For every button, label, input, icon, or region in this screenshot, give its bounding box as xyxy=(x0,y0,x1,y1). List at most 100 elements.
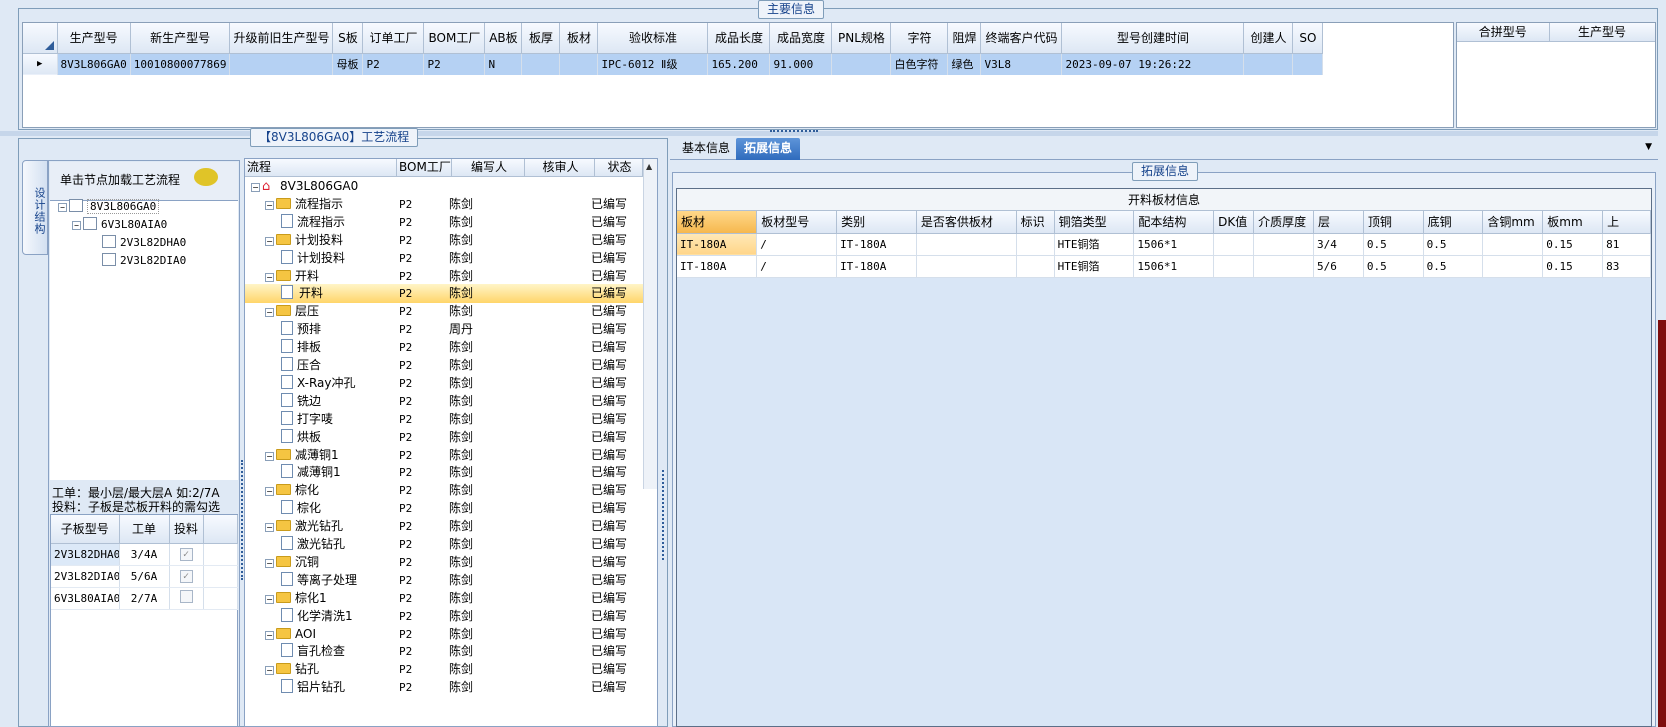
cell[interactable]: 0.5 xyxy=(1423,233,1484,256)
col-new-production-model[interactable]: 新生产型号 xyxy=(130,23,231,54)
cell[interactable]: 绿色 xyxy=(947,53,982,75)
node-tree[interactable]: −8V3L806GA0 −6V3L80AIA0 2V3L82DHA0 2V3L8… xyxy=(50,198,238,480)
cell[interactable] xyxy=(1213,233,1255,256)
collapse-icon[interactable]: − xyxy=(265,487,274,497)
cell[interactable]: 91.000 xyxy=(769,53,833,75)
col-customer-code[interactable]: 终端客户代码 xyxy=(980,23,1063,54)
cell[interactable]: 2V3L82DHA0 xyxy=(51,543,120,566)
col-board-material[interactable]: 板材 xyxy=(559,23,599,54)
flow-row[interactable]: 等离子处理 P2 陈剑 已编写 xyxy=(245,571,645,590)
flow-row[interactable]: 棕化 P2 陈剑 已编写 xyxy=(245,499,645,518)
table-row[interactable]: IT-180A / IT-180A HTE铜箔 1506*1 3/4 0.5 0.5 0.15 8… xyxy=(677,233,1651,256)
cell[interactable]: 1506*1 xyxy=(1133,255,1215,278)
col-bom-factory[interactable]: BOM工厂 xyxy=(397,159,452,177)
cell[interactable] xyxy=(1482,255,1544,278)
col-up[interactable]: 上 xyxy=(1602,211,1651,234)
collapse-icon[interactable]: − xyxy=(265,666,274,676)
cell[interactable]: N xyxy=(484,53,523,75)
flow-row[interactable]: 打字唛 P2 陈剑 已编写 xyxy=(245,410,645,429)
feed-checkbox[interactable] xyxy=(179,590,193,603)
collapse-icon[interactable]: − xyxy=(265,200,274,210)
col-writer[interactable]: 编写人 xyxy=(452,159,525,177)
cell[interactable]: P2 xyxy=(423,53,486,75)
flow-row[interactable]: − 沉铜 P2 陈剑 已编写 xyxy=(245,553,645,572)
col-with-copper[interactable]: 含铜mm xyxy=(1482,211,1544,234)
flow-row[interactable]: 激光钻孔 P2 陈剑 已编写 xyxy=(245,535,645,554)
cell[interactable]: 5/6A xyxy=(119,565,170,588)
vertical-tab-design-structure[interactable]: 设计结构 xyxy=(22,160,48,255)
dropdown-arrow-icon[interactable]: ▼ xyxy=(1645,142,1652,152)
cell[interactable]: 1506*1 xyxy=(1133,233,1215,256)
col-order-factory[interactable]: 订单工厂 xyxy=(362,23,425,54)
cell[interactable] xyxy=(229,53,334,75)
cell[interactable] xyxy=(916,255,1017,278)
cell[interactable]: 2023-09-07 19:26:22 xyxy=(1061,53,1245,75)
tree-node-root[interactable]: − 8V3L806GA0 xyxy=(58,198,160,216)
cell[interactable] xyxy=(521,53,561,75)
cell[interactable] xyxy=(1016,233,1055,256)
cell[interactable]: 0.15 xyxy=(1542,255,1604,278)
cell[interactable]: 8V3L806GA0 xyxy=(57,53,131,75)
comment-bubble-icon[interactable] xyxy=(194,168,218,186)
collapse-icon[interactable]: − xyxy=(265,451,274,461)
flow-row[interactable]: 盲孔检查 P2 陈剑 已编写 xyxy=(245,642,645,661)
cell[interactable] xyxy=(1253,233,1315,256)
cell[interactable]: P2 xyxy=(362,53,425,75)
flow-row[interactable]: 排板 P2 陈剑 已编写 xyxy=(245,338,645,357)
cell[interactable]: HTE铜箔 xyxy=(1054,255,1135,278)
splitter-grip-icon[interactable] xyxy=(662,470,665,560)
col-reviewer[interactable]: 核审人 xyxy=(525,159,595,177)
col-top-copper[interactable]: 顶铜 xyxy=(1363,211,1424,234)
col-stack-structure[interactable]: 配本结构 xyxy=(1133,211,1215,234)
col-product-width[interactable]: 成品宽度 xyxy=(769,23,833,54)
col-board-thickness[interactable]: 板厚 xyxy=(521,23,561,54)
cell[interactable]: V3L8 xyxy=(980,53,1063,75)
flow-row[interactable]: 流程指示 P2 陈剑 已编写 xyxy=(245,213,645,232)
cell[interactable] xyxy=(916,233,1017,256)
cell[interactable]: 165.200 xyxy=(707,53,771,75)
flow-row[interactable]: 压合 P2 陈剑 已编写 xyxy=(245,356,645,375)
sub-board-grid[interactable]: 子板型号 工单 投料 2V3L82DHA0 3/4A ✓ 2V3L82DIA0 … xyxy=(50,514,238,727)
cell[interactable] xyxy=(559,53,599,75)
col-production-model[interactable]: 生产型号 xyxy=(57,23,131,54)
collapse-icon[interactable]: − xyxy=(58,203,67,212)
collapse-icon[interactable]: − xyxy=(265,594,274,604)
cell[interactable]: / xyxy=(756,233,838,256)
collapse-icon[interactable]: − xyxy=(265,523,274,533)
col-status[interactable]: 状态 xyxy=(595,159,643,177)
col-product-length[interactable]: 成品长度 xyxy=(707,23,771,54)
feed-checkbox[interactable]: ✓ xyxy=(179,570,193,583)
col-customer-supplied[interactable]: 是否客供板材 xyxy=(916,211,1017,234)
tab-extended-info[interactable]: 拓展信息 xyxy=(736,138,801,160)
col-merge-model[interactable]: 合拼型号 xyxy=(1457,23,1550,42)
merge-model-grid[interactable]: 合拼型号 生产型号 xyxy=(1456,22,1656,128)
flow-row[interactable]: − 激光钻孔 P2 陈剑 已编写 xyxy=(245,517,645,536)
collapse-icon[interactable]: − xyxy=(265,272,274,282)
cell[interactable]: 0.5 xyxy=(1423,255,1484,278)
feed-checkbox[interactable]: ✓ xyxy=(179,548,193,561)
col-layer[interactable]: 层 xyxy=(1313,211,1364,234)
col-character[interactable]: 字符 xyxy=(890,23,949,54)
cell[interactable]: 3/4 xyxy=(1313,233,1364,256)
cell[interactable]: IT-180A xyxy=(677,233,758,256)
flow-row[interactable]: 计划投料 P2 陈剑 已编写 xyxy=(245,249,645,268)
col-solder-mask[interactable]: 阻焊 xyxy=(947,23,982,54)
flow-row[interactable]: − 棕化 P2 陈剑 已编写 xyxy=(245,481,645,500)
flow-row[interactable]: 化学清洗1 P2 陈剑 已编写 xyxy=(245,607,645,626)
flow-row[interactable]: 减薄铜1 P2 陈剑 已编写 xyxy=(245,463,645,482)
col-acceptance-standard[interactable]: 验收标准 xyxy=(597,23,709,54)
flow-row[interactable]: 烘板 P2 陈剑 已编写 xyxy=(245,428,645,447)
flow-row[interactable]: − 计划投料 P2 陈剑 已编写 xyxy=(245,231,645,250)
collapse-icon[interactable]: − xyxy=(265,630,274,640)
table-row[interactable]: 2V3L82DHA0 3/4A ✓ xyxy=(51,543,238,566)
cell[interactable]: 0.5 xyxy=(1363,233,1424,256)
col-creator[interactable]: 创建人 xyxy=(1243,23,1294,54)
flow-row[interactable]: − 开料 P2 陈剑 已编写 xyxy=(245,267,645,286)
cell[interactable]: 10010800077869 xyxy=(130,53,231,75)
col-dielectric-thickness[interactable]: 介质厚度 xyxy=(1253,211,1315,234)
flow-row[interactable]: − ⌂ 8V3L806GA0 xyxy=(245,177,645,196)
cell[interactable]: 0.15 xyxy=(1542,233,1604,256)
tree-node[interactable]: − 6V3L80AIA0 xyxy=(72,216,167,234)
tab-basic-info[interactable]: 基本信息 xyxy=(674,138,738,160)
cell[interactable]: 0.5 xyxy=(1363,255,1424,278)
